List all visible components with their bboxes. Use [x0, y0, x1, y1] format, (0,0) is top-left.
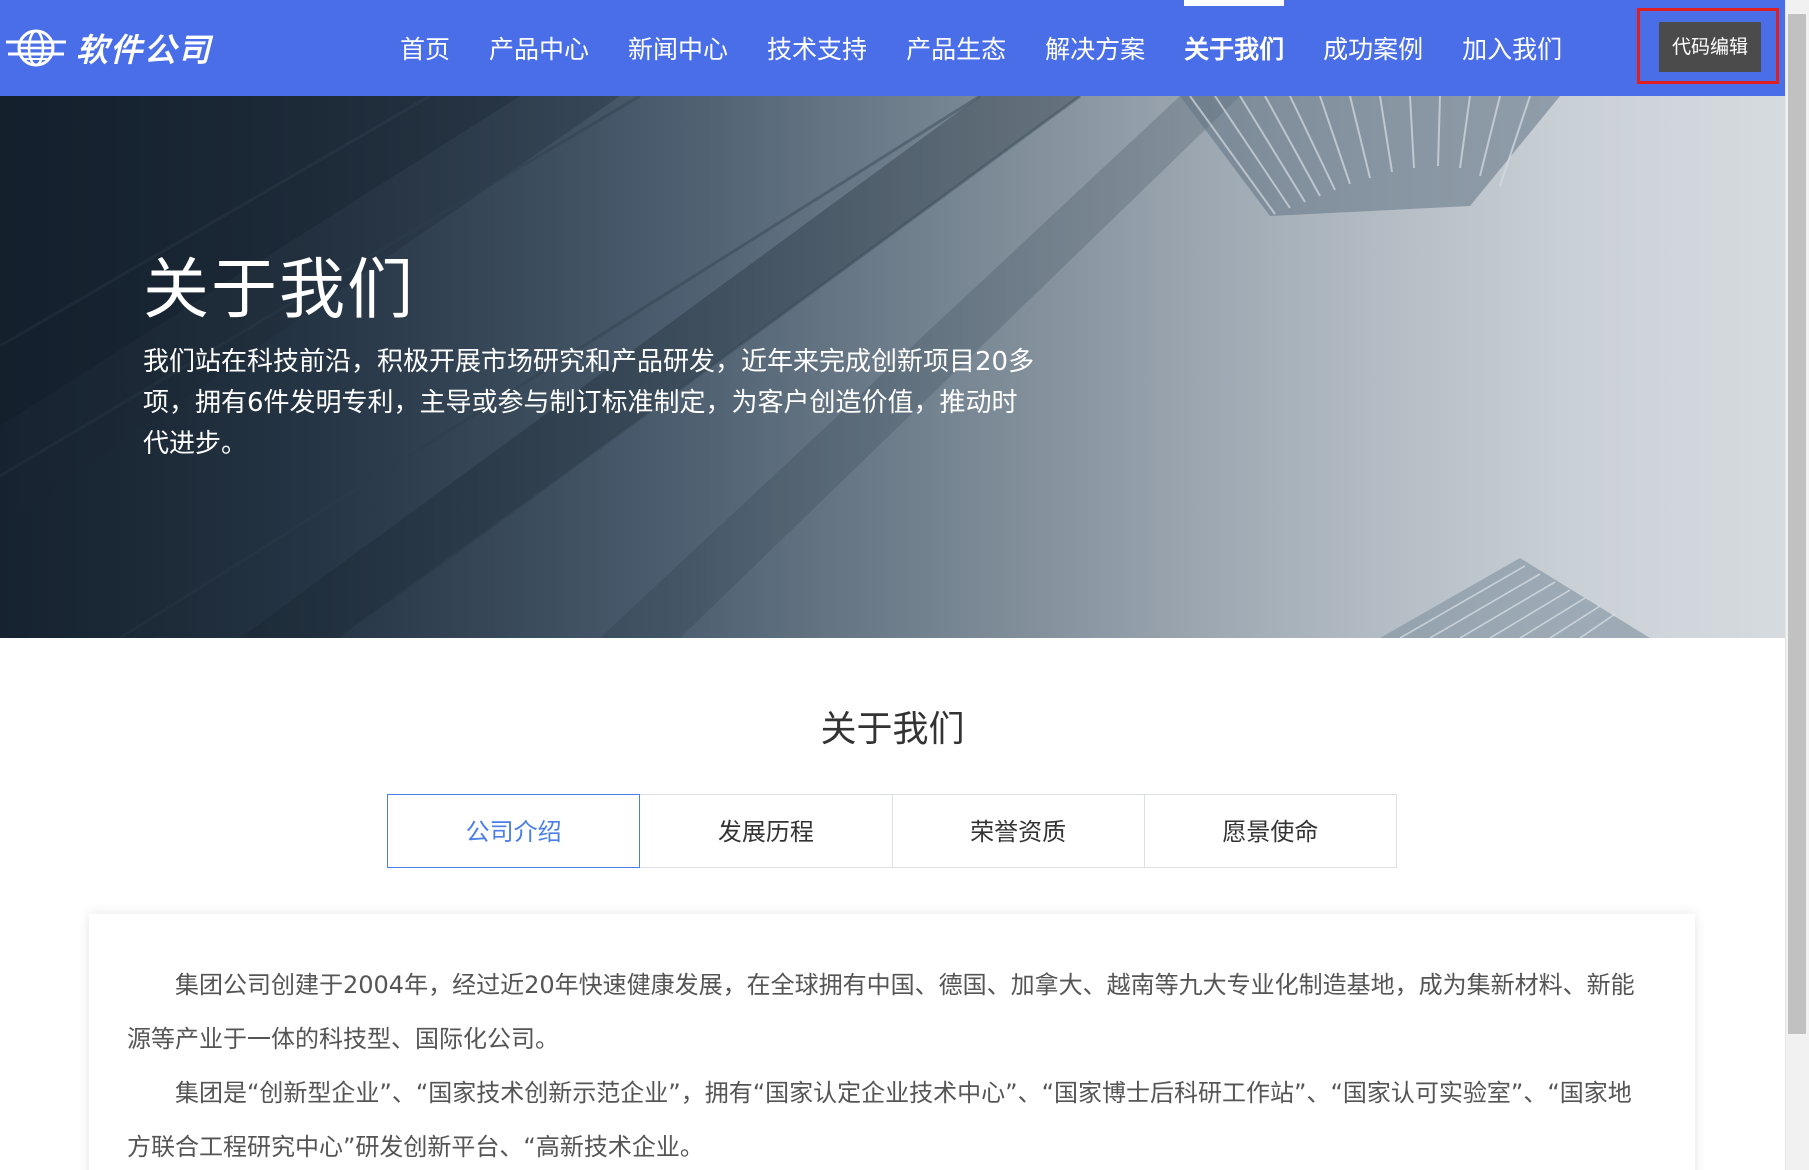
tab-honors[interactable]: 荣誉资质	[891, 794, 1145, 868]
company-intro-card: 集团公司创建于2004年，经过近20年快速健康发展，在全球拥有中国、德国、加拿大…	[89, 914, 1695, 1170]
about-tabs: 公司介绍 发展历程 荣誉资质 愿景使命	[387, 794, 1397, 868]
code-edit-button[interactable]: 代码编辑	[1659, 22, 1761, 72]
logo-text: 软件公司	[76, 31, 213, 69]
globe-logo-icon	[6, 29, 66, 67]
vertical-scrollbar[interactable]	[1785, 0, 1809, 1170]
about-section-title: 关于我们	[820, 709, 965, 750]
nav-item-cases[interactable]: 成功案例	[1323, 0, 1423, 96]
nav-item-home[interactable]: 首页	[400, 0, 450, 96]
nav-item-products[interactable]: 产品中心	[489, 0, 589, 96]
intro-paragraph: 集团是“创新型企业”、“国家技术创新示范企业”，拥有“国家认定企业技术中心”、“…	[127, 1079, 1632, 1161]
nav-item-join[interactable]: 加入我们	[1462, 0, 1562, 96]
main-nav: 首页 产品中心 新闻中心 技术支持 产品生态 解决方案 关于我们 成功案例 加入…	[400, 0, 1601, 96]
tab-company-intro[interactable]: 公司介绍	[387, 794, 641, 868]
nav-item-about[interactable]: 关于我们	[1184, 0, 1285, 96]
tab-history[interactable]: 发展历程	[639, 794, 893, 868]
site-header: 软件公司 首页 产品中心 新闻中心 技术支持 产品生态 解决方案 关于我们 成功…	[0, 0, 1785, 96]
scrollbar-thumb[interactable]	[1788, 14, 1806, 1034]
tab-vision[interactable]: 愿景使命	[1143, 794, 1397, 868]
intro-paragraph: 集团公司创建于2004年，经过近20年快速健康发展，在全球拥有中国、德国、加拿大…	[127, 971, 1635, 1053]
hero-description: 我们站在科技前沿，积极开展市场研究和产品研发，近年来完成创新项目20多项，拥有6…	[143, 347, 1035, 459]
nav-item-solutions[interactable]: 解决方案	[1045, 0, 1145, 96]
site-logo[interactable]: 软件公司	[4, 28, 213, 69]
page: 软件公司 首页 产品中心 新闻中心 技术支持 产品生态 解决方案 关于我们 成功…	[0, 0, 1785, 1170]
hero-banner: 关于我们 我们站在科技前沿，积极开展市场研究和产品研发，近年来完成创新项目20多…	[0, 96, 1785, 638]
nav-item-ecosystem[interactable]: 产品生态	[906, 0, 1006, 96]
nav-item-news[interactable]: 新闻中心	[628, 0, 728, 96]
hero-title: 关于我们	[143, 251, 415, 328]
nav-item-support[interactable]: 技术支持	[767, 0, 867, 96]
